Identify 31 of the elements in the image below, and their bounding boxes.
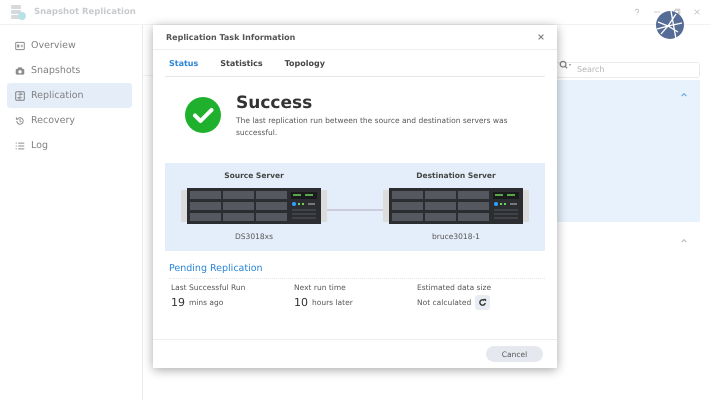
task-panel[interactable] — [555, 80, 700, 222]
overview-icon — [15, 40, 25, 50]
status-heading: Success — [236, 93, 314, 113]
sidebar-item[interactable]: Recovery — [7, 108, 132, 133]
help-icon[interactable] — [633, 8, 641, 16]
close-icon[interactable] — [693, 8, 701, 16]
section-title: Pending Replication — [169, 263, 545, 279]
tab[interactable]: Statistics — [216, 58, 267, 68]
refresh-button[interactable] — [475, 294, 490, 310]
sidebar-item[interactable]: Log — [7, 133, 132, 158]
window-title: Snapshot Replication — [34, 7, 136, 17]
caret-icon[interactable] — [680, 92, 688, 97]
caret-icon[interactable] — [680, 238, 688, 243]
list-icon — [15, 140, 25, 150]
history-icon — [15, 116, 25, 126]
sidebar-item[interactable]: Replication — [7, 83, 132, 108]
dialog-title: Replication Task Information — [166, 32, 296, 42]
globe-logo-icon — [655, 10, 685, 40]
app-icon — [10, 4, 26, 20]
sidebar-item[interactable]: Snapshots — [7, 58, 132, 83]
search-icon — [559, 60, 572, 70]
sidebar-item[interactable]: Overview — [7, 33, 132, 58]
replication-icon — [15, 90, 25, 100]
search-field[interactable]: Search — [555, 62, 700, 78]
info-value: 10 — [294, 296, 308, 308]
refresh-icon — [478, 298, 488, 306]
camera-icon — [15, 66, 25, 76]
tab[interactable]: Topology — [280, 58, 329, 68]
tab[interactable]: Status — [165, 58, 202, 68]
info-value: 19 — [171, 296, 185, 308]
close-icon[interactable] — [537, 33, 545, 41]
